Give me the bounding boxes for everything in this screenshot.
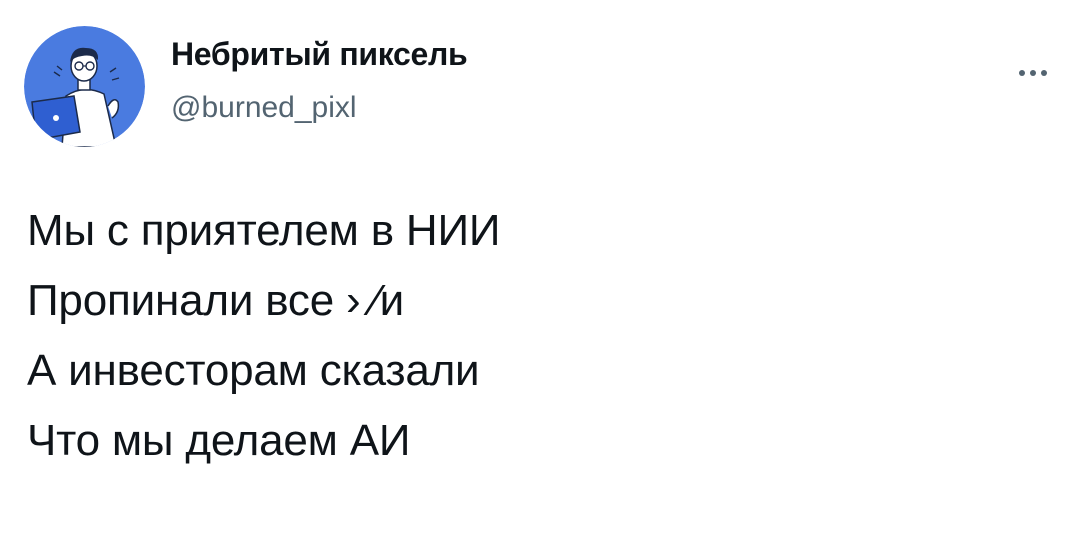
tweet-card: Небритый пиксель @burned_pixl Мы с прият… (0, 0, 1079, 538)
tweet-line: А инвесторам сказали (27, 346, 480, 395)
more-horizontal-icon (1019, 70, 1025, 76)
avatar[interactable] (24, 26, 145, 147)
more-options-button[interactable] (1010, 56, 1056, 90)
tweet-line: Что мы делаем АИ (27, 416, 411, 465)
tweet-line: Мы с приятелем в НИИ (27, 206, 501, 255)
author-handle[interactable]: @burned_pixl (171, 91, 357, 125)
more-horizontal-icon (1030, 70, 1036, 76)
tweet-text: Мы с приятелем в НИИ Пропинали все › ⁄и … (27, 196, 1047, 476)
more-horizontal-icon (1041, 70, 1047, 76)
avatar-illustration-icon (24, 26, 145, 147)
tweet-line: Пропинали все › ⁄и (27, 276, 404, 325)
author-display-name[interactable]: Небритый пиксель (171, 36, 468, 73)
